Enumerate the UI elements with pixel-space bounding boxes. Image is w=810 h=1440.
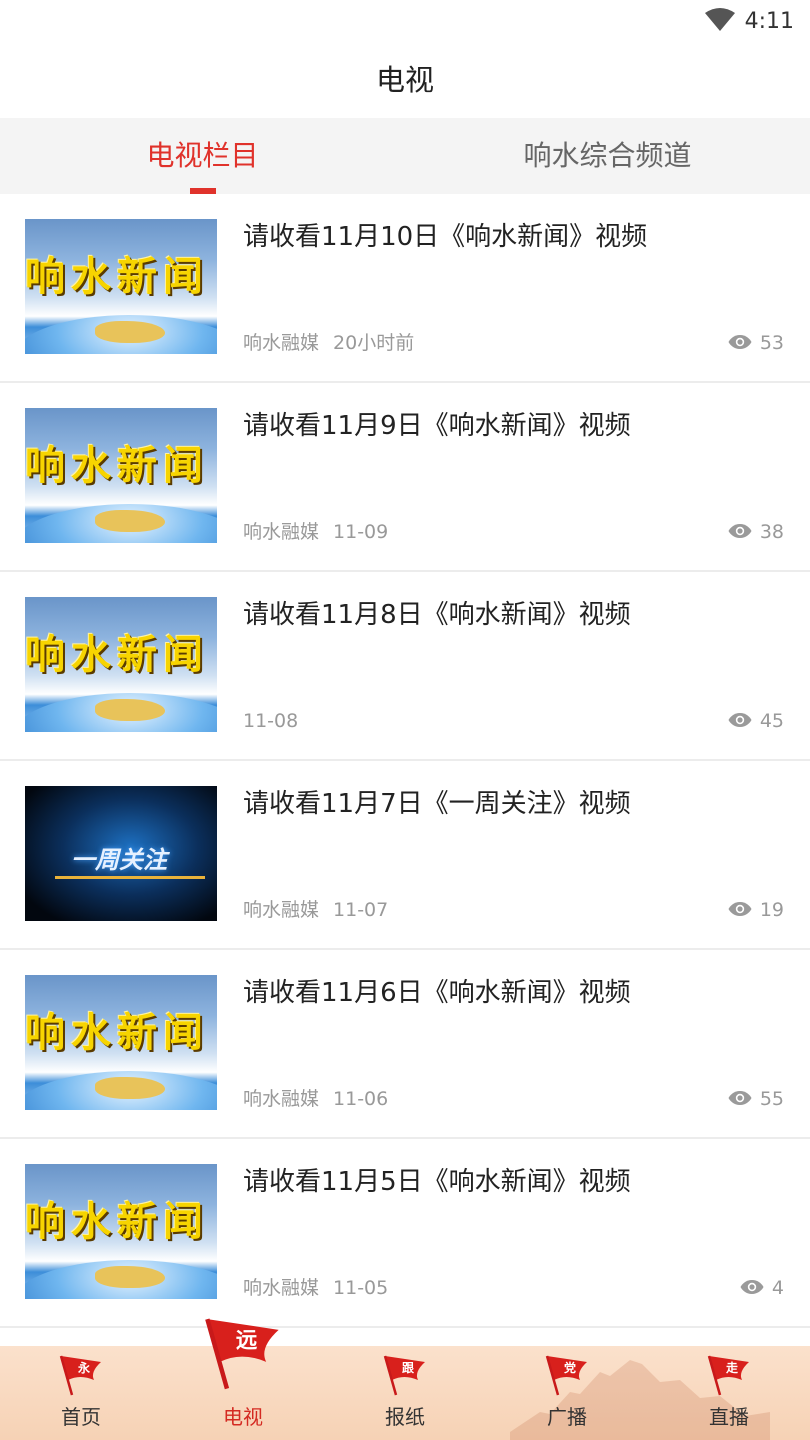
video-thumbnail[interactable]: 响水新闻 [25, 1164, 217, 1299]
item-source: 响水融媒 [243, 521, 320, 543]
nav-radio[interactable]: 党 广播 [486, 1346, 648, 1440]
video-list: 响水新闻 请收看11月10日《响水新闻》视频 响水融媒 20小时前 53 响水新闻… [0, 194, 810, 1328]
view-count: 45 [728, 708, 784, 734]
item-title[interactable]: 请收看11月7日《一周关注》视频 [243, 785, 631, 823]
view-count-value: 53 [759, 332, 784, 354]
thumbnail-caption: 响水新闻 [25, 1010, 209, 1056]
nav-label: 报纸 [385, 1405, 425, 1429]
nav-tv[interactable]: 远 电视 [162, 1318, 324, 1440]
item-time: 20小时前 [333, 332, 415, 354]
view-count: 55 [728, 1086, 784, 1112]
view-count-value: 55 [759, 1088, 784, 1110]
item-time: 11-08 [243, 710, 299, 732]
nav-label: 首页 [61, 1405, 101, 1429]
svg-text:永: 永 [77, 1360, 90, 1375]
tab-tv-programs[interactable]: 电视栏目 [0, 118, 405, 194]
view-count: 19 [728, 897, 784, 923]
nav-newspaper[interactable]: 跟 报纸 [324, 1346, 486, 1440]
red-flag-icon: 走 [707, 1355, 749, 1396]
item-meta: 响水融媒 11-07 [243, 897, 388, 923]
eye-icon [728, 524, 752, 538]
land-graphic [95, 510, 165, 532]
video-thumbnail[interactable]: 响水新闻 [25, 219, 217, 354]
list-item[interactable]: 响水新闻 请收看11月8日《响水新闻》视频 11-08 45 [0, 572, 810, 761]
eye-icon [728, 1091, 752, 1105]
item-source: 响水融媒 [243, 1277, 320, 1299]
item-source: 响水融媒 [243, 1088, 320, 1110]
thumbnail-bar [55, 876, 205, 879]
svg-text:远: 远 [236, 1329, 258, 1354]
view-count-value: 19 [759, 899, 784, 921]
nav-label: 广播 [547, 1405, 587, 1429]
thumbnail-caption: 响水新闻 [25, 254, 209, 300]
view-count-value: 45 [759, 710, 784, 732]
list-item[interactable]: 一周关注 请收看11月7日《一周关注》视频 响水融媒 11-07 19 [0, 761, 810, 950]
item-meta: 响水融媒 11-09 [243, 519, 388, 545]
land-graphic [95, 321, 165, 343]
app-header: 电视 [0, 44, 810, 118]
video-thumbnail[interactable]: 响水新闻 [25, 408, 217, 543]
red-flag-icon: 永 [59, 1355, 101, 1396]
item-title[interactable]: 请收看11月8日《响水新闻》视频 [243, 596, 631, 634]
nav-label: 直播 [709, 1405, 749, 1429]
view-count: 53 [728, 330, 784, 356]
item-source: 响水融媒 [243, 899, 320, 921]
item-meta: 11-08 [243, 708, 298, 734]
thumbnail-caption: 响水新闻 [25, 1199, 209, 1245]
nav-live[interactable]: 走 直播 [648, 1346, 810, 1440]
nav-label: 电视 [223, 1405, 263, 1429]
item-meta: 响水融媒 11-06 [243, 1086, 388, 1112]
tab-bar: 电视栏目 响水综合频道 [0, 118, 810, 194]
item-title[interactable]: 请收看11月9日《响水新闻》视频 [243, 407, 631, 445]
thumbnail-caption: 一周关注 [71, 846, 167, 874]
item-time: 11-09 [333, 521, 389, 543]
thumbnail-caption: 响水新闻 [25, 443, 209, 489]
land-graphic [95, 699, 165, 721]
view-count-value: 4 [771, 1277, 784, 1299]
list-item[interactable]: 响水新闻 请收看11月9日《响水新闻》视频 响水融媒 11-09 38 [0, 383, 810, 572]
status-time: 4:11 [744, 9, 794, 34]
item-time: 11-07 [333, 899, 389, 921]
nav-home[interactable]: 永 首页 [0, 1346, 162, 1440]
eye-icon [740, 1280, 764, 1294]
page-title: 电视 [375, 63, 434, 97]
view-count-value: 38 [759, 521, 784, 543]
list-item[interactable]: 响水新闻 请收看11月5日《响水新闻》视频 响水融媒 11-05 4 [0, 1139, 810, 1328]
list-item[interactable]: 响水新闻 请收看11月10日《响水新闻》视频 响水融媒 20小时前 53 [0, 194, 810, 383]
bottom-nav: 永 首页 远 电视 跟 报纸 党 广播 走 直播 [0, 1318, 810, 1440]
item-meta: 响水融媒 20小时前 [243, 330, 414, 356]
item-time: 11-05 [333, 1277, 389, 1299]
svg-text:走: 走 [726, 1360, 738, 1375]
land-graphic [95, 1077, 165, 1099]
tab-xiangshui-channel[interactable]: 响水综合频道 [405, 118, 810, 194]
eye-icon [728, 902, 752, 916]
video-thumbnail[interactable]: 一周关注 [25, 786, 217, 921]
wifi-icon [705, 8, 735, 31]
eye-icon [728, 713, 752, 727]
thumbnail-caption: 响水新闻 [25, 632, 209, 678]
eye-icon [728, 335, 752, 349]
item-time: 11-06 [333, 1088, 389, 1110]
view-count: 4 [740, 1275, 784, 1301]
video-thumbnail[interactable]: 响水新闻 [25, 597, 217, 732]
item-meta: 响水融媒 11-05 [243, 1275, 388, 1301]
item-title[interactable]: 请收看11月10日《响水新闻》视频 [243, 218, 647, 256]
list-item[interactable]: 响水新闻 请收看11月6日《响水新闻》视频 响水融媒 11-06 55 [0, 950, 810, 1139]
red-flag-icon: 跟 [383, 1355, 425, 1396]
red-flag-icon: 党 [545, 1355, 587, 1396]
land-graphic [95, 1266, 165, 1288]
item-source: 响水融媒 [243, 332, 320, 354]
svg-text:党: 党 [564, 1360, 576, 1375]
video-thumbnail[interactable]: 响水新闻 [25, 975, 217, 1110]
status-bar: 4:11 [0, 0, 810, 44]
red-flag-icon: 远 [205, 1318, 279, 1390]
item-title[interactable]: 请收看11月6日《响水新闻》视频 [243, 974, 631, 1012]
svg-text:跟: 跟 [402, 1361, 415, 1375]
view-count: 38 [728, 519, 784, 545]
item-title[interactable]: 请收看11月5日《响水新闻》视频 [243, 1163, 631, 1201]
